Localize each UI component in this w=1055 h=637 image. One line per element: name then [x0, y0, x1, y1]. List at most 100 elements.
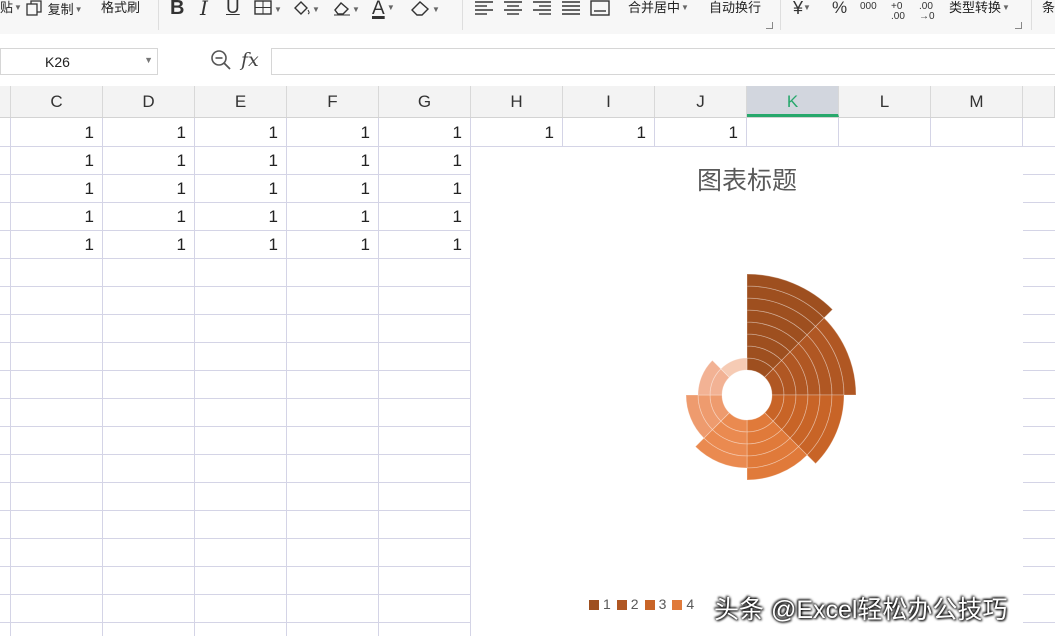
cell-c1[interactable]: 1: [11, 118, 102, 146]
cell-g5[interactable]: 1: [379, 230, 470, 258]
column-header-n[interactable]: [1023, 86, 1055, 117]
decrease-decimal-button[interactable]: .00 →0: [919, 2, 943, 22]
cell-g1[interactable]: 1: [379, 118, 470, 146]
cell-h1[interactable]: 1: [471, 118, 562, 146]
column-header-l[interactable]: L: [839, 86, 931, 117]
justify-button[interactable]: [561, 0, 581, 20]
align-center-icon: [504, 1, 522, 15]
paste-button[interactable]: 贴▼: [0, 0, 22, 20]
underline-button[interactable]: U: [226, 0, 240, 20]
increase-decimal-button[interactable]: +0 .00: [891, 2, 913, 22]
column-header-i[interactable]: I: [563, 86, 655, 117]
distribute-icon: [590, 0, 610, 16]
watermark-text: 头条 @Excel轻松办公技巧: [714, 596, 1008, 624]
align-right-button[interactable]: [532, 0, 552, 20]
cell-c5[interactable]: 1: [11, 230, 102, 258]
column-header-k[interactable]: K: [747, 86, 839, 117]
cell-d3[interactable]: 1: [103, 174, 194, 202]
cell-c2[interactable]: 1: [11, 146, 102, 174]
legend-swatch: [644, 600, 655, 610]
column-header-e[interactable]: E: [195, 86, 287, 117]
column-header-g[interactable]: G: [379, 86, 471, 117]
legend-item-4[interactable]: 4: [672, 596, 694, 612]
legend-label: 1: [603, 596, 611, 612]
legend-item-3[interactable]: 3: [644, 596, 667, 612]
thousands-button[interactable]: 000: [860, 2, 877, 22]
percent-button[interactable]: %: [832, 0, 847, 20]
cell-d1[interactable]: 1: [103, 118, 194, 146]
select-all-corner[interactable]: [0, 86, 11, 117]
cell-f1[interactable]: 1: [287, 118, 378, 146]
conditional-format-button[interactable]: 条: [1042, 0, 1055, 20]
cell-e4[interactable]: 1: [195, 202, 286, 230]
zoom-icon[interactable]: [210, 49, 232, 71]
justify-icon: [562, 1, 580, 15]
chart-object[interactable]: 图表标题 1234: [471, 147, 1023, 637]
legend-label: 2: [630, 596, 639, 612]
dialog-launcher[interactable]: [766, 22, 773, 29]
legend-label: 3: [658, 596, 667, 612]
column-header-m[interactable]: M: [931, 86, 1023, 117]
format-painter-button[interactable]: 格式刷: [101, 0, 140, 20]
column-header-bar: C D E F G H I J K L M: [0, 86, 1055, 118]
copy-button[interactable]: 复制▼: [26, 0, 83, 20]
distribute-button[interactable]: [590, 0, 610, 20]
border-icon: [254, 0, 272, 15]
cell-f2[interactable]: 1: [287, 146, 378, 174]
column-header-f[interactable]: F: [287, 86, 379, 117]
cell-d5[interactable]: 1: [103, 230, 194, 258]
legend-swatch: [589, 600, 599, 610]
cell-f5[interactable]: 1: [287, 230, 378, 258]
cell-f4[interactable]: 1: [287, 202, 378, 230]
type-convert-button[interactable]: 类型转换▼: [949, 0, 1010, 20]
cell-c4[interactable]: 1: [11, 202, 102, 230]
fill-bucket-icon: [294, 1, 310, 15]
name-box[interactable]: K26 ▼: [0, 48, 158, 75]
column-header-h[interactable]: H: [471, 86, 563, 117]
chevron-down-icon[interactable]: ▼: [144, 55, 153, 65]
italic-button[interactable]: I: [200, 0, 208, 20]
column-header-c[interactable]: C: [11, 86, 103, 117]
eraser-icon: [411, 1, 430, 16]
function-icon[interactable]: fx: [241, 49, 259, 71]
bold-button[interactable]: B: [170, 0, 184, 20]
cell-e1[interactable]: 1: [195, 118, 286, 146]
cell-g4[interactable]: 1: [379, 202, 470, 230]
chart-legend[interactable]: 1 2 3 4: [589, 596, 700, 616]
cell-f3[interactable]: 1: [287, 174, 378, 202]
font-color-button[interactable]: A ▼: [372, 0, 395, 20]
clear-button[interactable]: ▼: [410, 0, 440, 20]
column-header-d[interactable]: D: [103, 86, 195, 117]
divider: [462, 0, 463, 30]
formula-input[interactable]: [271, 48, 1055, 75]
cell-e5[interactable]: 1: [195, 230, 286, 258]
cell-e3[interactable]: 1: [195, 174, 286, 202]
legend-swatch: [616, 600, 627, 610]
divider: [1031, 0, 1032, 30]
chart-plot[interactable]: [471, 147, 1023, 587]
align-right-icon: [533, 1, 551, 15]
merge-center-button[interactable]: 合并居中▼: [628, 0, 689, 20]
dialog-launcher[interactable]: [1015, 22, 1022, 29]
legend-swatch: [672, 600, 683, 610]
align-center-button[interactable]: [503, 0, 523, 20]
name-box-value: K26: [45, 54, 70, 70]
wrap-text-button[interactable]: 自动换行: [709, 0, 761, 20]
cell-d2[interactable]: 1: [103, 146, 194, 174]
cell-g2[interactable]: 1: [379, 146, 470, 174]
border-button[interactable]: ▼: [254, 0, 282, 20]
currency-button[interactable]: ¥▼: [793, 0, 811, 20]
cell-j1[interactable]: 1: [655, 118, 746, 146]
cell-c3[interactable]: 1: [11, 174, 102, 202]
cell-g3[interactable]: 1: [379, 174, 470, 202]
legend-item-1[interactable]: 1: [589, 596, 611, 612]
cell-style-button[interactable]: ▼: [332, 0, 360, 20]
cell-e2[interactable]: 1: [195, 146, 286, 174]
fill-color-button[interactable]: ▼: [292, 0, 320, 20]
legend-item-2[interactable]: 2: [616, 596, 639, 612]
align-left-button[interactable]: [474, 0, 494, 20]
column-header-j[interactable]: J: [655, 86, 747, 117]
cell-i1[interactable]: 1: [563, 118, 654, 146]
legend-label: 4: [686, 596, 695, 612]
cell-d4[interactable]: 1: [103, 202, 194, 230]
